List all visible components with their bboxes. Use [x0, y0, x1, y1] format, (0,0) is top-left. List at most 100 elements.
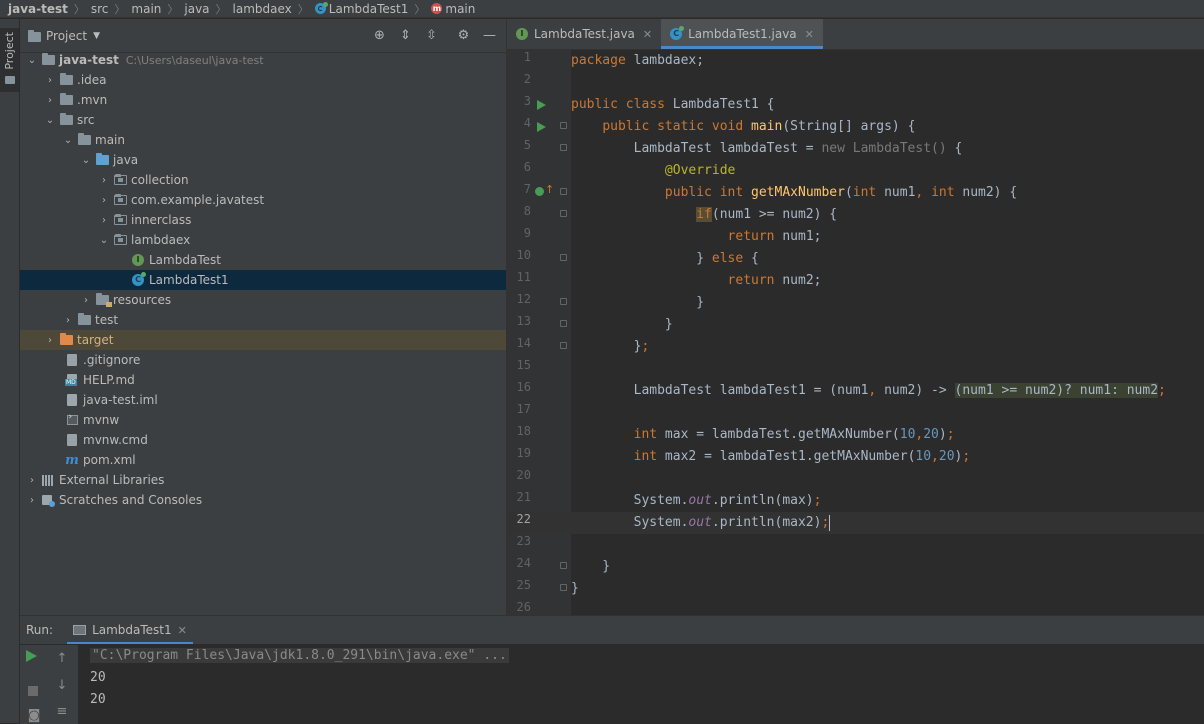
- override-method-icon[interactable]: [535, 183, 554, 196]
- tab-lambdatest1-java[interactable]: LambdaTest1.java ✕: [661, 19, 823, 49]
- camera-icon[interactable]: ◙: [26, 707, 42, 723]
- tree-item-mvn[interactable]: › .mvn: [20, 90, 506, 110]
- console-output[interactable]: "C:\Program Files\Java\jdk1.8.0_291\bin\…: [90, 645, 509, 711]
- code-line[interactable]: }: [571, 292, 1204, 314]
- close-icon[interactable]: ✕: [643, 28, 652, 41]
- code-line[interactable]: @Override: [571, 160, 1204, 182]
- tree-item-lambdatest[interactable]: LambdaTest: [20, 250, 506, 270]
- soft-wrap-icon[interactable]: ≡: [54, 703, 70, 719]
- run-gutter-icon[interactable]: [537, 122, 546, 132]
- rerun-icon[interactable]: [26, 650, 37, 662]
- code-line[interactable]: LambdaTest lambdaTest1 = (num1, num2) ->…: [571, 380, 1204, 402]
- tree-item-collection[interactable]: › collection: [20, 170, 506, 190]
- code-line[interactable]: return num2;: [571, 270, 1204, 292]
- code-line[interactable]: [571, 468, 1204, 490]
- fold-icon[interactable]: [560, 254, 567, 261]
- chevron-right-icon[interactable]: ›: [44, 95, 56, 106]
- code-line[interactable]: int max = lambdaTest.getMAxNumber(10,20)…: [571, 424, 1204, 446]
- breadcrumb-item-main[interactable]: main: [131, 2, 161, 16]
- tree-item-mvnw-cmd[interactable]: mvnw.cmd: [20, 430, 506, 450]
- code-line[interactable]: LambdaTest lambdaTest = new LambdaTest()…: [571, 138, 1204, 160]
- fold-icon[interactable]: [560, 298, 567, 305]
- tree-item-lambdaex[interactable]: ⌄ lambdaex: [20, 230, 506, 250]
- chevron-right-icon[interactable]: ›: [26, 495, 38, 506]
- tree-item-idea[interactable]: › .idea: [20, 70, 506, 90]
- fold-icon[interactable]: [560, 342, 567, 349]
- tree-item-mvnw[interactable]: mvnw: [20, 410, 506, 430]
- gear-icon[interactable]: ⚙: [455, 27, 472, 44]
- chevron-right-icon[interactable]: ›: [98, 195, 110, 206]
- chevron-down-icon[interactable]: ⌄: [80, 155, 92, 166]
- chevron-down-icon[interactable]: ⌄: [62, 135, 74, 146]
- tree-item-external-libraries[interactable]: › External Libraries: [20, 470, 506, 490]
- breadcrumb-item-method[interactable]: m main: [431, 2, 475, 16]
- code-line[interactable]: }: [571, 578, 1204, 600]
- tree-item-help-md[interactable]: HELP.md: [20, 370, 506, 390]
- tree-item-java-test-iml[interactable]: java-test.iml: [20, 390, 506, 410]
- code-line[interactable]: [571, 402, 1204, 424]
- code-line[interactable]: public class LambdaTest1 {: [571, 94, 1204, 116]
- stop-icon[interactable]: [28, 686, 38, 696]
- breadcrumb-item-src[interactable]: src: [91, 2, 109, 16]
- arrow-up-icon[interactable]: ↑: [54, 650, 70, 666]
- chevron-right-icon[interactable]: ›: [98, 215, 110, 226]
- breadcrumb-item-project[interactable]: java-test: [8, 2, 68, 16]
- tree-item-test[interactable]: › test: [20, 310, 506, 330]
- code-line[interactable]: [571, 72, 1204, 94]
- tree-item-scratches[interactable]: › Scratches and Consoles: [20, 490, 506, 510]
- fold-icon[interactable]: [560, 320, 567, 327]
- tree-item-src[interactable]: ⌄ src: [20, 110, 506, 130]
- project-view-selector[interactable]: Project: [46, 29, 87, 43]
- code-text-area[interactable]: package lambdaex; public class LambdaTes…: [571, 50, 1204, 615]
- code-line[interactable]: }: [571, 556, 1204, 578]
- code-line[interactable]: System.out.println(max);: [571, 490, 1204, 512]
- fold-icon[interactable]: [560, 144, 567, 151]
- tab-lambdatest-java[interactable]: LambdaTest.java ✕: [507, 19, 661, 49]
- chevron-down-icon[interactable]: ⌄: [98, 235, 110, 246]
- tree-item-com-example-javatest[interactable]: › com.example.javatest: [20, 190, 506, 210]
- tree-item-main[interactable]: ⌄ main: [20, 130, 506, 150]
- tree-item-lambdatest1[interactable]: LambdaTest1: [20, 270, 506, 290]
- code-line[interactable]: } else {: [571, 248, 1204, 270]
- tree-item-java[interactable]: ⌄ java: [20, 150, 506, 170]
- code-line-current[interactable]: System.out.println(max2);: [571, 512, 1204, 534]
- breadcrumb-item-java[interactable]: java: [184, 2, 209, 16]
- chevron-right-icon[interactable]: ›: [98, 175, 110, 186]
- locate-target-icon[interactable]: ⊕: [371, 27, 388, 44]
- chevron-right-icon[interactable]: ›: [44, 335, 56, 346]
- breadcrumb-item-class[interactable]: LambdaTest1: [314, 2, 408, 16]
- chevron-right-icon[interactable]: ›: [80, 295, 92, 306]
- collapse-all-icon[interactable]: ⇳: [423, 27, 440, 44]
- chevron-down-icon[interactable]: ▼: [93, 31, 100, 41]
- fold-icon[interactable]: [560, 122, 567, 129]
- code-line[interactable]: [571, 534, 1204, 556]
- tree-item-resources[interactable]: › resources: [20, 290, 506, 310]
- breadcrumb-item-lambdaex[interactable]: lambdaex: [233, 2, 292, 16]
- code-line[interactable]: public static void main(String[] args) {: [571, 116, 1204, 138]
- tree-item-java-test[interactable]: ⌄ java-test C:\Users\daseul\java-test: [20, 50, 506, 70]
- tree-item-pom-xml[interactable]: m pom.xml: [20, 450, 506, 470]
- chevron-right-icon[interactable]: ›: [44, 75, 56, 86]
- code-line[interactable]: public int getMAxNumber(int num1, int nu…: [571, 182, 1204, 204]
- arrow-down-icon[interactable]: ↓: [54, 677, 70, 693]
- code-line[interactable]: package lambdaex;: [571, 50, 1204, 72]
- close-icon[interactable]: ✕: [178, 624, 187, 637]
- run-gutter-icon[interactable]: [537, 100, 546, 110]
- close-icon[interactable]: ✕: [805, 28, 814, 41]
- code-line[interactable]: int max2 = lambdaTest1.getMAxNumber(10,2…: [571, 446, 1204, 468]
- fold-icon[interactable]: [560, 188, 567, 195]
- fold-icon[interactable]: [560, 562, 567, 569]
- expand-all-icon[interactable]: ⇕: [397, 27, 414, 44]
- code-line[interactable]: [571, 600, 1204, 615]
- fold-icon[interactable]: [560, 584, 567, 591]
- code-line[interactable]: return num1;: [571, 226, 1204, 248]
- tree-item-target[interactable]: › target: [20, 330, 506, 350]
- chevron-down-icon[interactable]: ⌄: [26, 55, 38, 66]
- console-command-line[interactable]: "C:\Program Files\Java\jdk1.8.0_291\bin\…: [90, 648, 509, 663]
- code-line[interactable]: [571, 358, 1204, 380]
- run-tab-lambdatest1[interactable]: LambdaTest1 ✕: [67, 616, 193, 644]
- code-line[interactable]: }: [571, 314, 1204, 336]
- tree-item-gitignore[interactable]: .gitignore: [20, 350, 506, 370]
- hide-panel-icon[interactable]: —: [481, 27, 498, 44]
- fold-icon[interactable]: [560, 210, 567, 217]
